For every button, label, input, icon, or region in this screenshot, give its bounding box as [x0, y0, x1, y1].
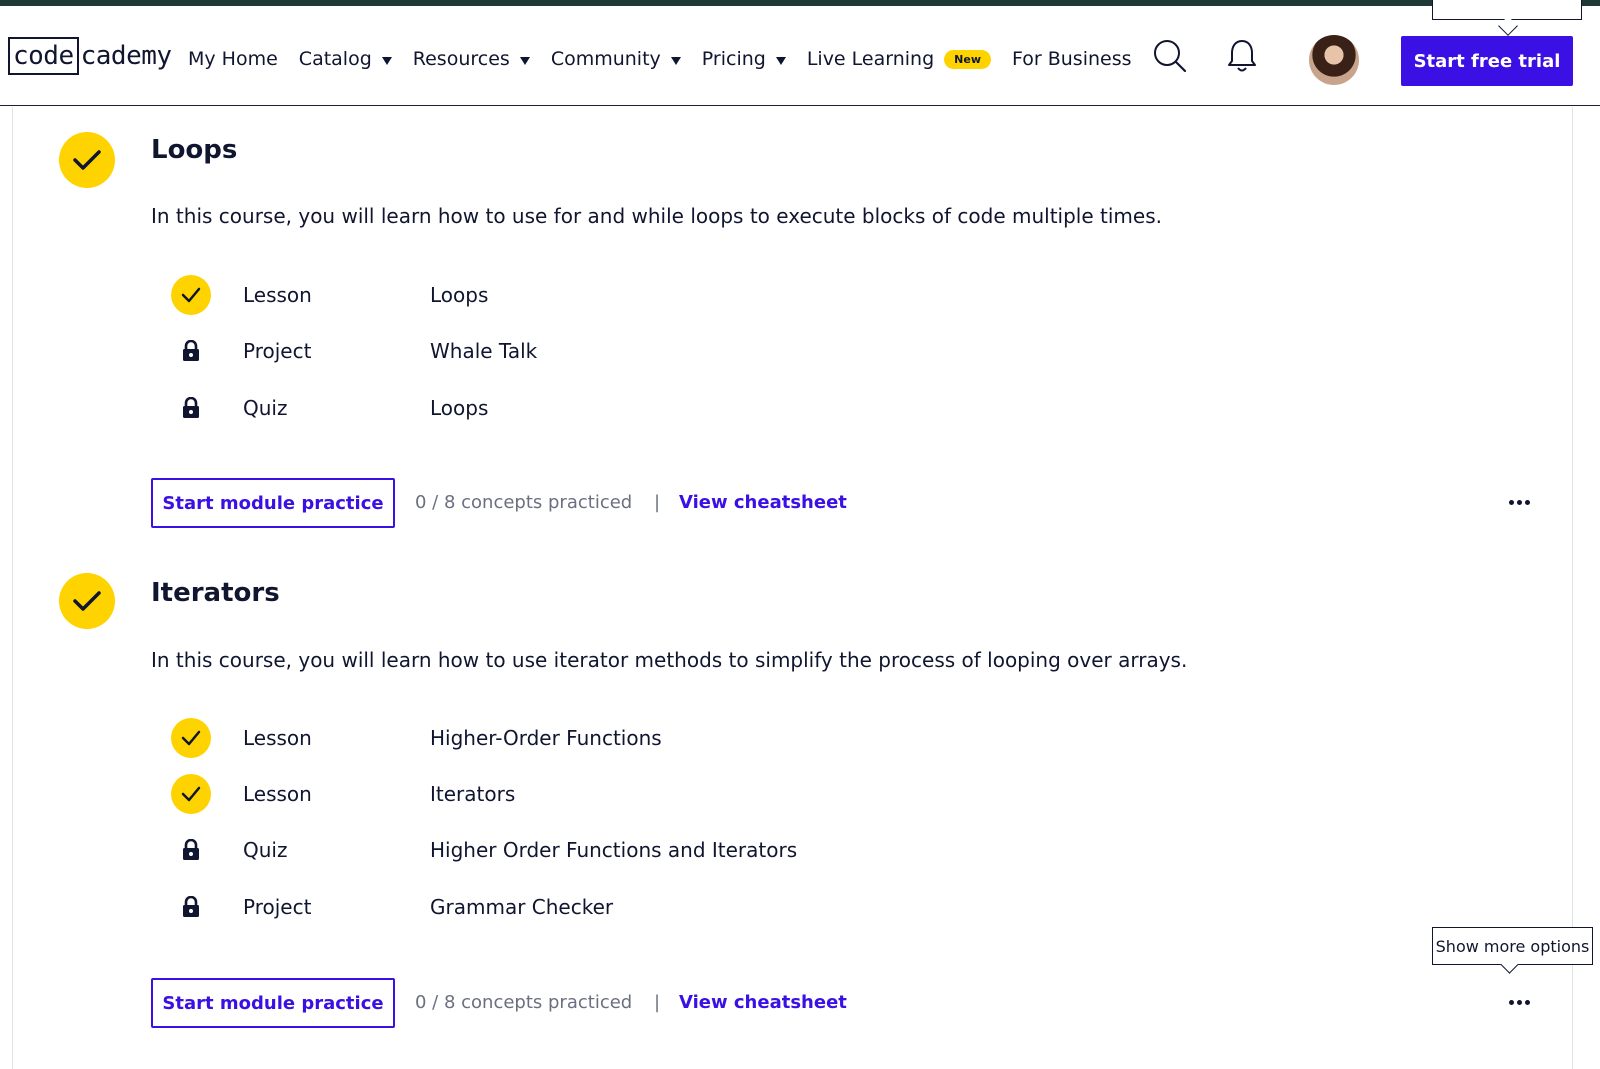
item-name: Loops	[430, 283, 489, 307]
nav-label: Resources	[412, 48, 510, 70]
codecademy-logo[interactable]: code cademy	[8, 36, 172, 76]
nav-label: Live Learning	[806, 48, 935, 70]
item-type: Quiz	[243, 396, 288, 420]
list-item[interactable]: Project Grammar Checker	[171, 887, 1071, 927]
item-type: Lesson	[243, 283, 312, 307]
lock-icon	[171, 388, 211, 428]
start-module-practice-button[interactable]: Start module practice	[151, 478, 395, 528]
search-icon[interactable]	[1152, 38, 1188, 78]
nav-resources[interactable]: Resources	[413, 48, 530, 70]
item-name: Grammar Checker	[430, 895, 614, 919]
more-options-icon[interactable]	[1501, 490, 1537, 514]
item-name: Higher Order Functions and Iterators	[430, 838, 798, 862]
nav-live-learning[interactable]: Live Learning New	[807, 48, 991, 70]
nav-label: Pricing	[701, 48, 766, 70]
list-item[interactable]: Quiz Loops	[171, 388, 1071, 428]
item-type: Lesson	[243, 782, 312, 806]
module-complete-check-icon	[59, 573, 115, 629]
bell-icon[interactable]	[1226, 38, 1258, 78]
completed-check-icon	[171, 774, 211, 814]
item-type: Lesson	[243, 726, 312, 750]
module-description: In this course, you will learn how to us…	[151, 204, 1162, 228]
nav-my-home[interactable]: My Home	[188, 48, 278, 70]
nav-label: My Home	[188, 48, 278, 70]
completed-check-icon	[171, 275, 211, 315]
nav-pricing[interactable]: Pricing	[702, 48, 786, 70]
nav-community[interactable]: Community	[551, 48, 681, 70]
list-item[interactable]: Lesson Higher-Order Functions	[171, 718, 1071, 758]
logo-boxed-text: code	[8, 37, 79, 75]
list-item[interactable]: Lesson Iterators	[171, 774, 1071, 814]
syllabus-content: Loops In this course, you will learn how…	[12, 107, 1573, 1069]
item-name: Whale Talk	[430, 339, 538, 363]
nav-for-business[interactable]: For Business	[1012, 48, 1132, 70]
nav-label: Catalog	[298, 48, 372, 70]
item-name: Higher-Order Functions	[430, 726, 662, 750]
new-badge: New	[944, 49, 991, 69]
list-item[interactable]: Lesson Loops	[171, 275, 1071, 315]
lock-icon	[171, 331, 211, 371]
caret-down-icon	[519, 56, 530, 65]
nav-label: Community	[550, 48, 661, 70]
item-name: Loops	[430, 396, 489, 420]
item-type: Project	[243, 895, 312, 919]
module-complete-check-icon	[59, 132, 115, 188]
user-avatar[interactable]	[1309, 35, 1359, 85]
lock-icon	[171, 830, 211, 870]
nav-catalog[interactable]: Catalog	[299, 48, 392, 70]
start-module-practice-button[interactable]: Start module practice	[151, 978, 395, 1028]
main-nav: My Home Catalog Resources Community Pric…	[188, 44, 1153, 74]
module-description: In this course, you will learn how to us…	[151, 648, 1188, 672]
lock-icon	[171, 887, 211, 927]
concepts-practiced: 0 / 8 concepts practiced	[415, 492, 633, 513]
separator: |	[654, 992, 661, 1013]
list-item[interactable]: Project Whale Talk	[171, 331, 1071, 371]
site-header: code cademy My Home Catalog Resources Com…	[0, 6, 1600, 106]
caret-down-icon	[381, 56, 392, 65]
item-type: Quiz	[243, 838, 288, 862]
concepts-practiced: 0 / 8 concepts practiced	[415, 992, 633, 1013]
caret-down-icon	[670, 56, 681, 65]
item-name: Iterators	[430, 782, 516, 806]
module-title: Iterators	[151, 578, 280, 608]
module-title: Loops	[151, 135, 238, 165]
completed-check-icon	[171, 718, 211, 758]
separator: |	[654, 492, 661, 513]
start-free-trial-button[interactable]: Start free trial	[1401, 36, 1573, 86]
item-type: Project	[243, 339, 312, 363]
view-cheatsheet-link[interactable]: View cheatsheet	[679, 492, 847, 513]
view-cheatsheet-link[interactable]: View cheatsheet	[679, 992, 847, 1013]
nav-label: For Business	[1012, 48, 1132, 70]
caret-down-icon	[775, 56, 786, 65]
logo-text: cademy	[80, 41, 172, 71]
more-options-icon[interactable]	[1501, 990, 1537, 1014]
list-item[interactable]: Quiz Higher Order Functions and Iterator…	[171, 830, 1071, 870]
